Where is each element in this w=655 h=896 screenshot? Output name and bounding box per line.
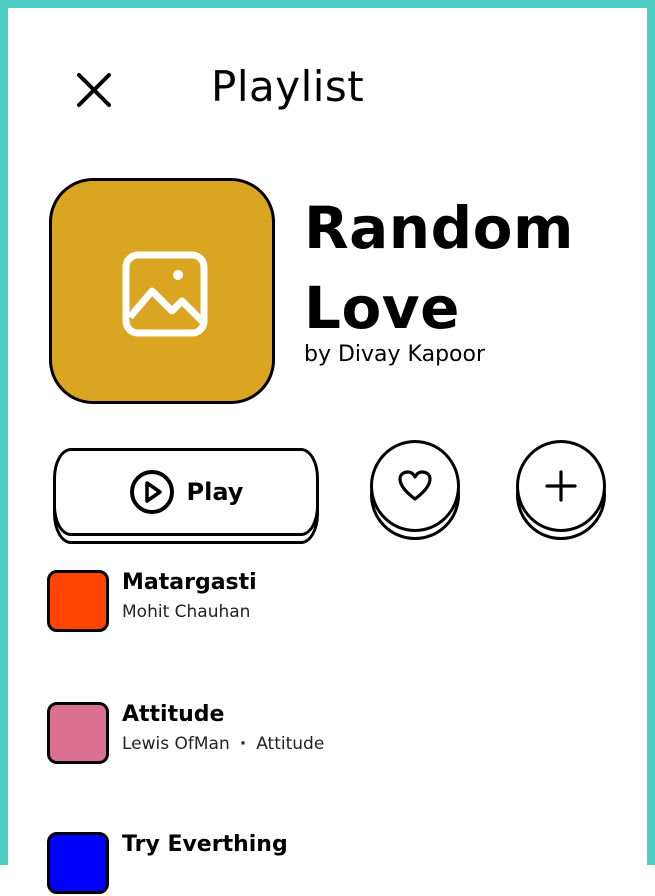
playlist-title-text: Random Love — [304, 194, 574, 342]
track-row[interactable]: Try Everthing — [47, 832, 607, 896]
playlist-title: Random Love — [304, 188, 647, 348]
add-button-wrap — [516, 440, 608, 542]
image-icon — [122, 251, 208, 337]
app-frame: Playlist Random Love by Divay Kapoor Pla… — [0, 0, 655, 894]
track-artist: Lewis OfMan — [122, 734, 230, 754]
track-row[interactable]: Matargasti Mohit Chauhan — [47, 570, 607, 634]
track-artwork — [47, 832, 109, 894]
playlist-cover — [49, 178, 275, 404]
track-subtitle: Lewis OfMan · Attitude — [122, 734, 324, 754]
page-title: Playlist — [211, 62, 365, 111]
heart-icon — [398, 470, 432, 501]
close-button[interactable] — [72, 68, 116, 112]
track-artwork — [47, 570, 109, 632]
play-button-wrap: Play — [53, 448, 321, 548]
separator-dot: · — [239, 734, 247, 754]
playlist-author: by Divay Kapoor — [304, 342, 485, 367]
play-circle-icon — [129, 470, 174, 514]
like-button-wrap — [370, 440, 462, 542]
track-title: Matargasti — [122, 570, 257, 595]
track-title: Attitude — [122, 702, 225, 727]
track-artist: Mohit Chauhan — [122, 602, 251, 622]
add-button[interactable] — [516, 440, 606, 532]
play-label: Play — [186, 478, 244, 506]
track-album: Attitude — [256, 734, 325, 754]
track-row[interactable]: Attitude Lewis OfMan · Attitude — [47, 702, 607, 766]
like-button[interactable] — [370, 440, 460, 532]
track-subtitle: Mohit Chauhan — [122, 602, 250, 622]
close-icon — [77, 73, 111, 107]
track-artwork — [47, 702, 109, 764]
track-title: Try Everthing — [122, 832, 288, 857]
plus-icon — [545, 470, 577, 502]
play-button[interactable]: Play — [53, 448, 319, 536]
